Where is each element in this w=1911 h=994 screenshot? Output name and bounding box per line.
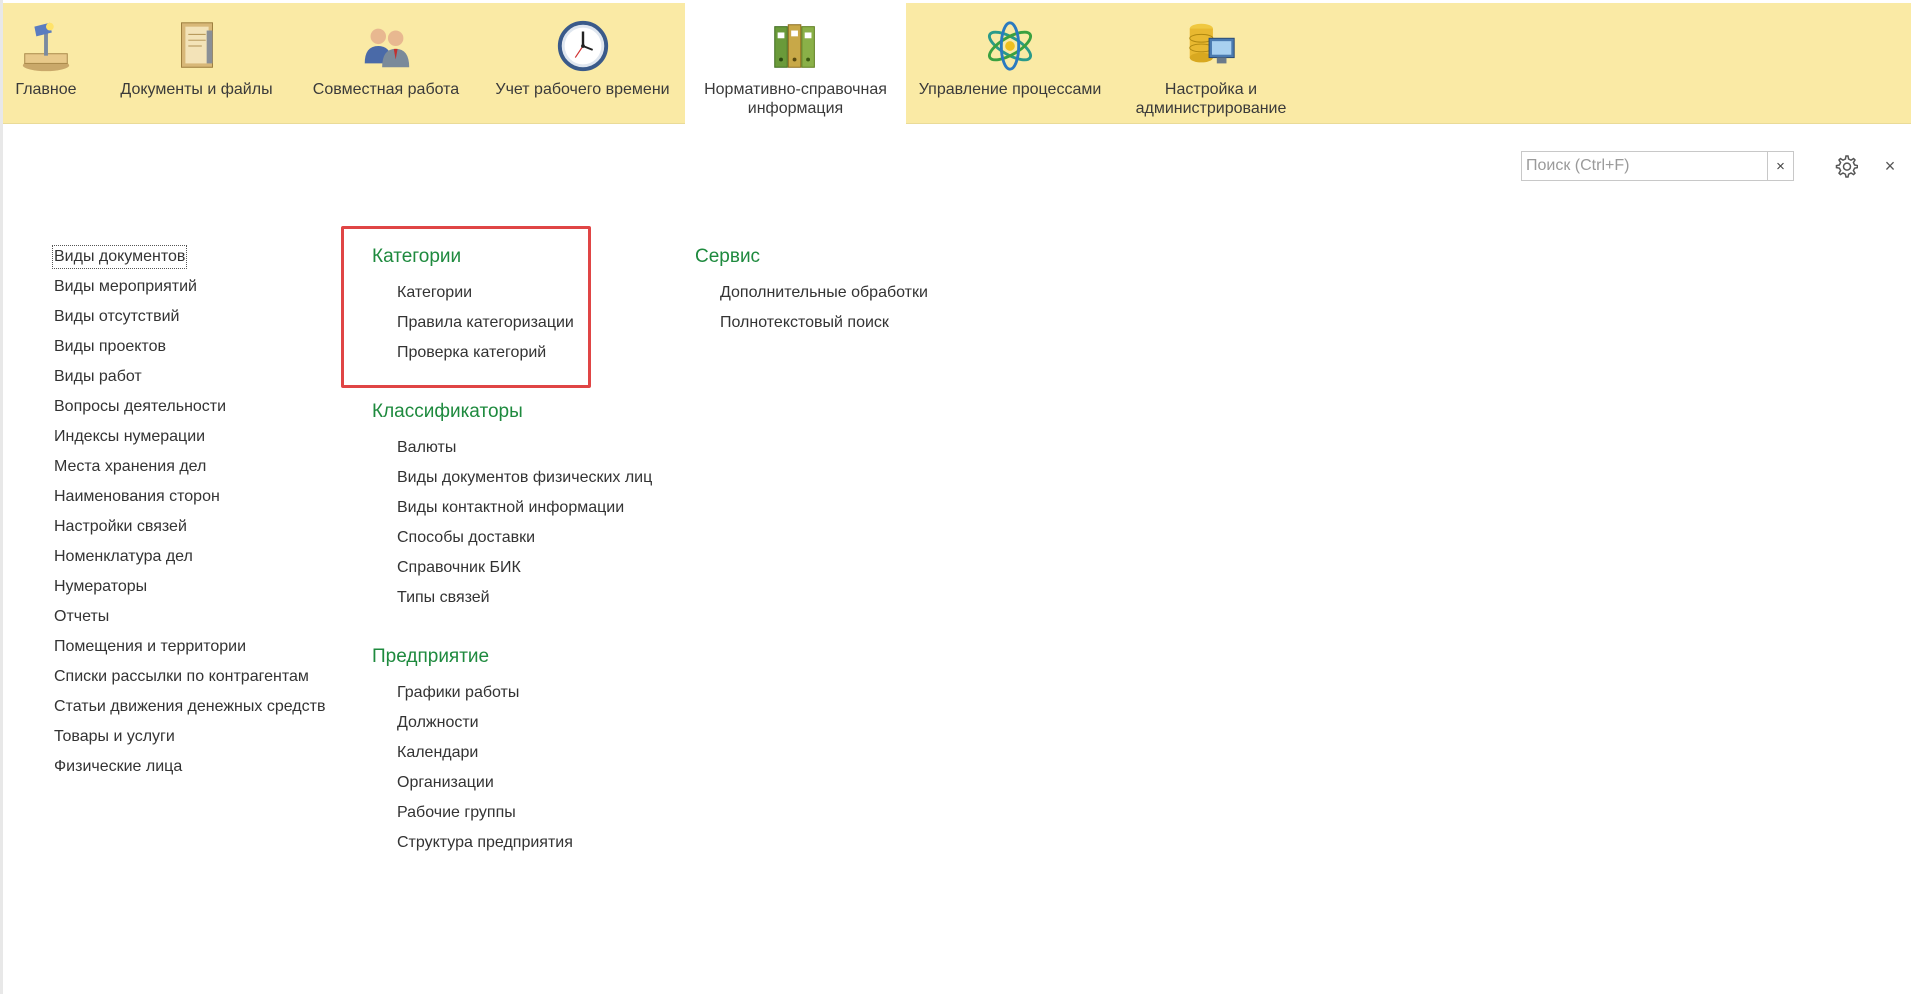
link-activity-questions[interactable]: Вопросы деятельности: [54, 397, 226, 417]
section-process-management[interactable]: Управление процессами: [915, 3, 1105, 124]
close-button[interactable]: ×: [1878, 154, 1902, 178]
link-fulltext-search[interactable]: Полнотекстовый поиск: [720, 313, 889, 333]
link-relation-types[interactable]: Типы связей: [397, 588, 490, 608]
link-document-types[interactable]: Виды документов: [51, 245, 188, 269]
search-clear-button[interactable]: ×: [1767, 152, 1793, 180]
section-label: Главное: [15, 81, 77, 98]
link-positions[interactable]: Должности: [397, 713, 479, 733]
link-file-nomenclature[interactable]: Номенклатура дел: [54, 547, 193, 567]
section-label: Учет рабочего времени: [495, 81, 670, 98]
section-time-tracking[interactable]: Учет рабочего времени: [491, 3, 674, 124]
link-premises[interactable]: Помещения и территории: [54, 637, 246, 657]
link-additional-processing[interactable]: Дополнительные обработки: [720, 283, 928, 303]
search-box: ×: [1521, 151, 1794, 181]
group-title-service: Сервис: [695, 246, 761, 267]
section-label: Документы и файлы: [120, 81, 273, 98]
link-mailing-lists[interactable]: Списки рассылки по контрагентам: [54, 667, 309, 687]
link-goods-services[interactable]: Товары и услуги: [54, 727, 175, 747]
group-title-enterprise: Предприятие: [372, 646, 490, 667]
link-bik-directory[interactable]: Справочник БИК: [397, 558, 521, 578]
link-party-names[interactable]: Наименования сторон: [54, 487, 220, 507]
link-delivery-methods[interactable]: Способы доставки: [397, 528, 535, 548]
link-work-schedules[interactable]: Графики работы: [397, 683, 519, 703]
section-main[interactable]: Главное: [3, 3, 89, 124]
link-currencies[interactable]: Валюты: [397, 438, 456, 458]
link-category-check[interactable]: Проверка категорий: [397, 343, 546, 363]
link-work-groups[interactable]: Рабочие группы: [397, 803, 516, 823]
link-personal-document-types[interactable]: Виды документов физических лиц: [397, 468, 652, 488]
link-relation-settings[interactable]: Настройки связей: [54, 517, 187, 537]
atom-process-icon: [980, 16, 1040, 76]
link-reports[interactable]: Отчеты: [54, 607, 109, 627]
search-input[interactable]: [1522, 152, 1767, 180]
section-panel: Главное Документы и файлы Совместная раб…: [3, 3, 1911, 126]
people-icon: [356, 16, 416, 76]
section-administration[interactable]: Настройка и администрирование: [1127, 3, 1295, 124]
link-project-types[interactable]: Виды проектов: [54, 337, 166, 357]
link-cash-flow-items[interactable]: Статьи движения денежных средств: [54, 697, 325, 717]
link-calendars[interactable]: Календари: [397, 743, 478, 763]
group-title-categories: Категории: [372, 246, 462, 267]
link-individuals[interactable]: Физические лица: [54, 757, 182, 777]
section-label: Настройка и администрирование: [1135, 81, 1287, 117]
section-documents[interactable]: Документы и файлы: [114, 3, 279, 124]
link-absence-types[interactable]: Виды отсутствий: [54, 307, 179, 327]
window-left-edge: [0, 0, 3, 994]
section-label: Совместная работа: [312, 81, 460, 98]
link-numbering-indexes[interactable]: Индексы нумерации: [54, 427, 205, 447]
desk-lamp-icon: [16, 16, 76, 76]
folders-icon: [766, 16, 826, 76]
link-organizations[interactable]: Организации: [397, 773, 494, 793]
documents-binder-icon: [167, 16, 227, 76]
section-collaboration[interactable]: Совместная работа: [301, 3, 471, 124]
link-categories[interactable]: Категории: [397, 283, 472, 303]
gear-icon[interactable]: [1834, 154, 1859, 178]
section-label: Нормативно-справочная информация: [704, 81, 887, 117]
clock-icon: [553, 16, 613, 76]
section-reference-info[interactable]: Нормативно-справочная информация: [685, 3, 906, 126]
link-contact-info-types[interactable]: Виды контактной информации: [397, 498, 624, 518]
link-file-storage-places[interactable]: Места хранения дел: [54, 457, 206, 477]
link-event-types[interactable]: Виды мероприятий: [54, 277, 197, 297]
link-enterprise-structure[interactable]: Структура предприятия: [397, 833, 573, 853]
link-numerators[interactable]: Нумераторы: [54, 577, 147, 597]
group-title-classifiers: Классификаторы: [372, 401, 523, 422]
link-categorization-rules[interactable]: Правила категоризации: [397, 313, 574, 333]
link-work-types[interactable]: Виды работ: [54, 367, 142, 387]
section-label: Управление процессами: [918, 81, 1102, 98]
database-computer-icon: [1181, 16, 1241, 76]
